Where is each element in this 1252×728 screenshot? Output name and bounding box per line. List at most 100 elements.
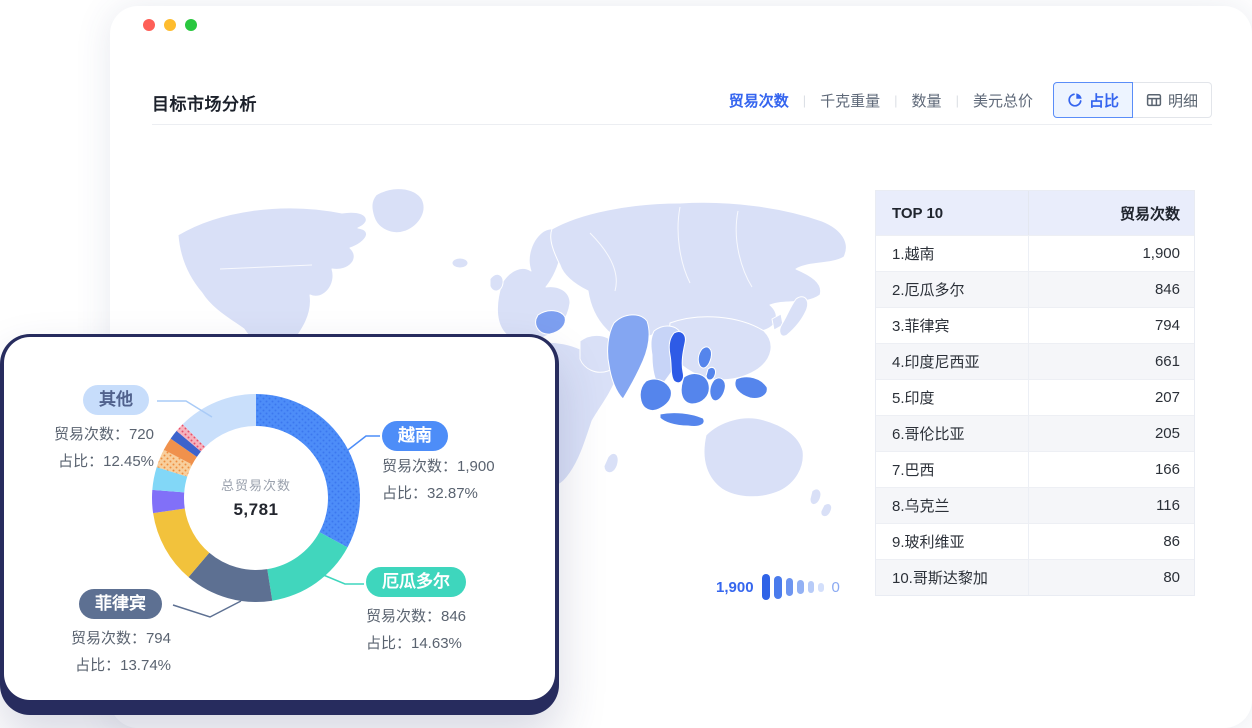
stat-line: 占比：14.63% xyxy=(366,630,466,657)
pie-icon xyxy=(1067,92,1083,108)
table-cell-value: 846 xyxy=(1029,272,1194,307)
tab-separator: | xyxy=(803,93,806,108)
tab-separator: | xyxy=(894,93,897,108)
callout-line-philippines xyxy=(173,601,241,617)
map-australia xyxy=(704,418,803,497)
callout-pill-other: 其他 xyxy=(83,385,149,415)
callout-stats-ecuador: 贸易次数：846 占比：14.63% xyxy=(366,603,466,657)
map-java xyxy=(660,413,704,427)
dashboard-stage: 目标市场分析 贸易次数 | 千克重量 | 数量 | 美元总价 占比 xyxy=(0,0,1252,728)
stat-line: 占比：12.45% xyxy=(12,448,154,475)
table-cell-value: 205 xyxy=(1029,416,1194,451)
stat-line: 贸易次数：794 xyxy=(29,625,171,652)
table-cell-value: 86 xyxy=(1029,524,1194,559)
table-cell-name: 7.巴西 xyxy=(876,452,1029,487)
map-uk xyxy=(490,274,503,291)
table-cell-name: 2.厄瓜多尔 xyxy=(876,272,1029,307)
tab-separator: | xyxy=(956,93,959,108)
table-row: 7.巴西166 xyxy=(876,451,1194,487)
map-legend: 1,900 0 xyxy=(716,572,840,602)
callout-line-vietnam xyxy=(348,436,380,450)
legend-bar xyxy=(762,574,770,600)
callout-line-ecuador xyxy=(321,574,364,584)
tab-items: 贸易次数 | 千克重量 | 数量 | 美元总价 xyxy=(729,90,1033,111)
stat-line: 贸易次数：846 xyxy=(366,603,466,630)
map-malaysia-sumatra xyxy=(640,379,671,411)
callout-pill-ecuador: 厄瓜多尔 xyxy=(366,567,466,597)
legend-bar xyxy=(786,578,793,596)
table-header-value: 贸易次数 xyxy=(1029,191,1194,235)
metric-tabs: 贸易次数 | 千克重量 | 数量 | 美元总价 占比 明细 xyxy=(729,80,1212,120)
table-cell-name: 1.越南 xyxy=(876,236,1029,271)
table-row: 6.哥伦比亚205 xyxy=(876,415,1194,451)
table-cell-value: 207 xyxy=(1029,380,1194,415)
top10-table: TOP 10 贸易次数 1.越南1,9002.厄瓜多尔8463.菲律宾7944.… xyxy=(875,190,1195,596)
map-greenland xyxy=(372,189,424,233)
tab-detail[interactable]: 明细 xyxy=(1133,82,1212,118)
table-row: 3.菲律宾794 xyxy=(876,307,1194,343)
legend-bar xyxy=(818,583,824,592)
map-ukraine-highlight xyxy=(536,311,566,334)
stat-line: 贸易次数：720 xyxy=(12,421,154,448)
map-borneo xyxy=(681,374,709,404)
table-row: 1.越南1,900 xyxy=(876,235,1194,271)
close-button[interactable] xyxy=(143,19,155,31)
legend-min: 0 xyxy=(832,579,840,596)
tab-2[interactable]: 数量 xyxy=(912,90,942,111)
legend-max: 1,900 xyxy=(716,579,754,596)
legend-bar xyxy=(774,576,782,599)
tab-3[interactable]: 美元总价 xyxy=(973,90,1033,111)
toggle-label-proportion: 占比 xyxy=(1089,90,1119,111)
table-cell-name: 5.印度 xyxy=(876,380,1029,415)
donut-segment-厄瓜多尔[interactable] xyxy=(267,532,347,601)
total-label: 总贸易次数 xyxy=(176,475,336,494)
callout-pill-vietnam: 越南 xyxy=(382,421,448,451)
toggle-label-detail: 明细 xyxy=(1168,90,1198,111)
view-toggle-group: 占比 明细 xyxy=(1053,82,1212,118)
stat-line: 占比：32.87% xyxy=(382,480,495,507)
minimize-button[interactable] xyxy=(164,19,176,31)
table-header: TOP 10 贸易次数 xyxy=(876,191,1194,235)
tab-0[interactable]: 贸易次数 xyxy=(729,90,789,111)
table-cell-name: 3.菲律宾 xyxy=(876,308,1029,343)
table-cell-name: 8.乌克兰 xyxy=(876,488,1029,523)
callout-stats-other: 贸易次数：720 占比：12.45% xyxy=(12,421,154,475)
map-north-america xyxy=(178,208,367,352)
table-row: 10.哥斯达黎加80 xyxy=(876,559,1194,595)
table-cell-name: 6.哥伦比亚 xyxy=(876,416,1029,451)
table-cell-name: 4.印度尼西亚 xyxy=(876,344,1029,379)
table-row: 2.厄瓜多尔846 xyxy=(876,271,1194,307)
table-cell-value: 661 xyxy=(1029,344,1194,379)
table-cell-value: 166 xyxy=(1029,452,1194,487)
tab-1[interactable]: 千克重量 xyxy=(820,90,880,111)
tab-proportion[interactable]: 占比 xyxy=(1053,82,1133,118)
table-cell-value: 80 xyxy=(1029,560,1194,595)
zoom-button[interactable] xyxy=(185,19,197,31)
table-body: 1.越南1,9002.厄瓜多尔8463.菲律宾7944.印度尼西亚6615.印度… xyxy=(876,235,1194,595)
stat-line: 贸易次数：1,900 xyxy=(382,453,495,480)
table-header-rank: TOP 10 xyxy=(876,191,1029,235)
total-value: 5,781 xyxy=(176,500,336,520)
page-title: 目标市场分析 xyxy=(152,90,257,115)
donut-segment-越南[interactable] xyxy=(256,394,360,547)
stat-line: 占比：13.74% xyxy=(29,652,171,679)
map-papua xyxy=(735,377,767,399)
table-icon xyxy=(1146,92,1162,108)
callout-stats-vietnam: 贸易次数：1,900 占比：32.87% xyxy=(382,453,495,507)
map-sulawesi xyxy=(710,378,726,401)
table-cell-value: 794 xyxy=(1029,308,1194,343)
table-cell-name: 10.哥斯达黎加 xyxy=(876,560,1029,595)
table-row: 9.玻利维亚86 xyxy=(876,523,1194,559)
legend-bars xyxy=(762,574,824,600)
window-controls xyxy=(143,19,197,31)
header-divider xyxy=(152,124,1212,125)
legend-bar xyxy=(797,580,804,594)
callout-pill-philippines: 菲律宾 xyxy=(79,589,162,619)
map-vietnam-highlight xyxy=(669,332,685,383)
table-row: 8.乌克兰116 xyxy=(876,487,1194,523)
callout-stats-philippines: 贸易次数：794 占比：13.74% xyxy=(29,625,171,679)
donut-center-label: 总贸易次数 5,781 xyxy=(176,475,336,520)
map-madagascar xyxy=(604,453,618,472)
table-row: 5.印度207 xyxy=(876,379,1194,415)
map-iceland xyxy=(452,258,468,268)
